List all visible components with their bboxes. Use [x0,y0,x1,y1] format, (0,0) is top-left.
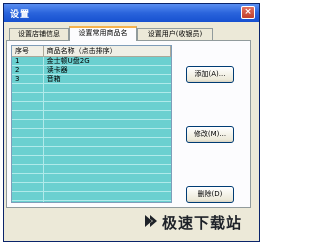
delete-button[interactable]: 删除(D) [186,186,234,203]
tab-store-info[interactable]: 设置店铺信息 [9,28,69,40]
title-bar[interactable]: 设置 × [4,4,259,22]
row-index: 3 [15,75,20,83]
grid-header: 序号 商品名称（点击排序） [12,46,171,57]
table-row[interactable]: 2 读卡器 [12,66,171,75]
product-name-grid[interactable]: 序号 商品名称（点击排序） 1 金士顿U盘2G 2 读卡器 3 音箱 [11,45,172,203]
table-row[interactable]: 1 金士顿U盘2G [12,57,171,66]
table-row[interactable]: 3 音箱 [12,75,171,84]
tab-users-cashiers[interactable]: 设置用户(收银员) [137,28,213,40]
row-product-name: 金士顿U盘2G [46,57,90,65]
tab-strip: 设置店铺信息 设置常用商品名 设置用户(收银员) [6,26,251,41]
watermark-text: 极速下载站 [162,214,243,232]
row-product-name: 读卡器 [46,66,68,74]
tab-common-products[interactable]: 设置常用商品名 [69,26,137,41]
edit-button[interactable]: 修改(M)... [186,126,234,143]
column-header-product-name[interactable]: 商品名称（点击排序） [43,46,171,57]
window-title: 设置 [10,10,31,20]
row-product-name: 音箱 [46,75,61,83]
grid-body[interactable]: 1 金士顿U盘2G 2 读卡器 3 音箱 [12,57,171,202]
download-site-logo-icon [145,215,157,227]
add-button[interactable]: 添加(A)... [186,66,234,83]
row-index: 2 [15,66,20,74]
row-index: 1 [15,57,20,65]
column-header-index[interactable]: 序号 [12,46,44,57]
close-button[interactable]: × [241,6,255,19]
